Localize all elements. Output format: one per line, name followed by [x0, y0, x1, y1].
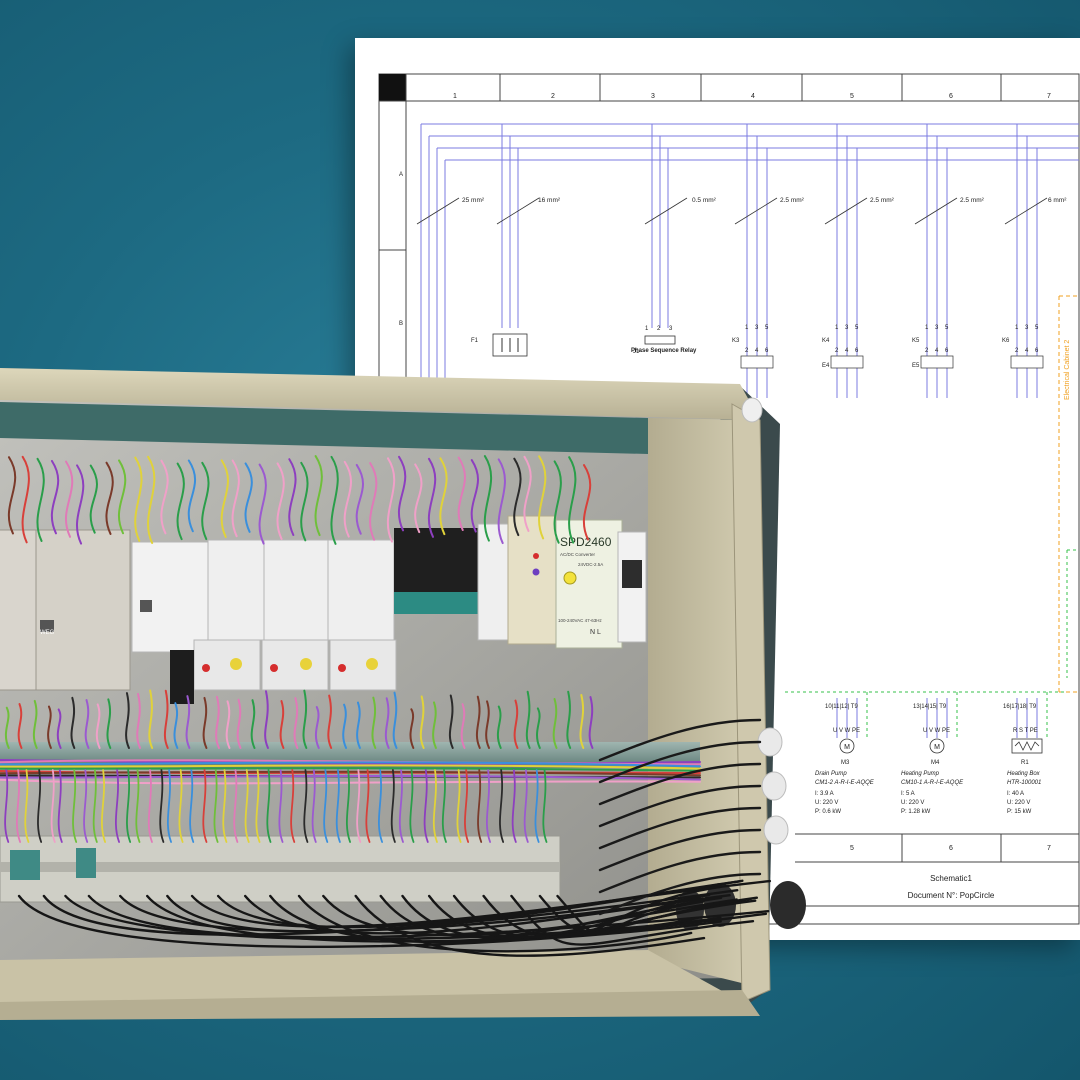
indicator-light	[533, 553, 539, 559]
voltage-adjust-dial	[563, 571, 577, 585]
reset-dial	[300, 658, 312, 670]
cabinet-render: WEG SPD2460 AC/DC Converter 24VDC-2.5A 1…	[0, 368, 806, 1020]
indicator-light	[270, 664, 278, 672]
indicator-light	[202, 664, 210, 672]
power-supply-rating: 24VDC-2.5A	[578, 562, 603, 567]
contactor	[131, 541, 211, 653]
power-supply-subtitle: AC/DC Converter	[560, 552, 596, 557]
contactor	[263, 539, 331, 641]
timer-module	[507, 515, 557, 645]
cable-gland	[770, 881, 806, 929]
contactor	[327, 539, 395, 641]
relay-block	[170, 650, 194, 704]
contactor	[0, 529, 39, 691]
hinge	[741, 397, 763, 423]
breaker-toggle	[622, 560, 642, 588]
indicator-light	[338, 664, 346, 672]
weg-logo-text: WEG	[40, 630, 55, 636]
weg-logo-icon	[140, 600, 152, 612]
cable-gland	[763, 815, 789, 845]
cable-gland	[757, 727, 783, 757]
reset-dial	[230, 658, 242, 670]
power-supply-input: 100-240VAC 47-63Hz	[558, 618, 602, 623]
contactor	[207, 539, 267, 641]
cable-gland	[761, 771, 787, 801]
indicator-light	[532, 568, 540, 576]
interface-relays	[394, 528, 478, 594]
power-supply-model: SPD2460	[560, 535, 612, 549]
contactor	[35, 529, 131, 691]
reset-dial	[366, 658, 378, 670]
power-supply-terminals: N L	[590, 629, 601, 636]
